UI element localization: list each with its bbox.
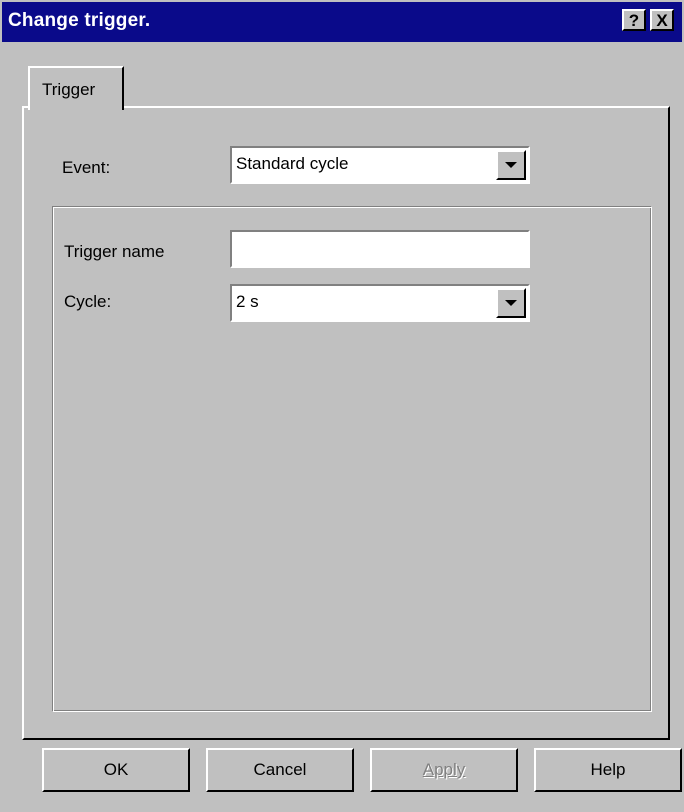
cancel-button[interactable]: Cancel bbox=[206, 748, 354, 792]
apply-button[interactable]: Apply bbox=[370, 748, 518, 792]
change-trigger-dialog: Change trigger. ? X Trigger Event: Stand… bbox=[0, 0, 684, 812]
apply-button-label: Apply bbox=[422, 760, 466, 779]
ok-button[interactable]: OK bbox=[42, 748, 190, 792]
help-button[interactable]: Help bbox=[534, 748, 682, 792]
tab-trigger[interactable]: Trigger bbox=[28, 66, 124, 110]
tab-panel bbox=[22, 106, 670, 740]
window-title: Change trigger. bbox=[8, 10, 151, 31]
tab-trigger-label: Trigger bbox=[42, 80, 96, 99]
help-icon[interactable]: ? bbox=[622, 9, 646, 31]
title-bar[interactable]: Change trigger. ? X bbox=[2, 2, 682, 42]
close-icon[interactable]: X bbox=[650, 9, 674, 31]
